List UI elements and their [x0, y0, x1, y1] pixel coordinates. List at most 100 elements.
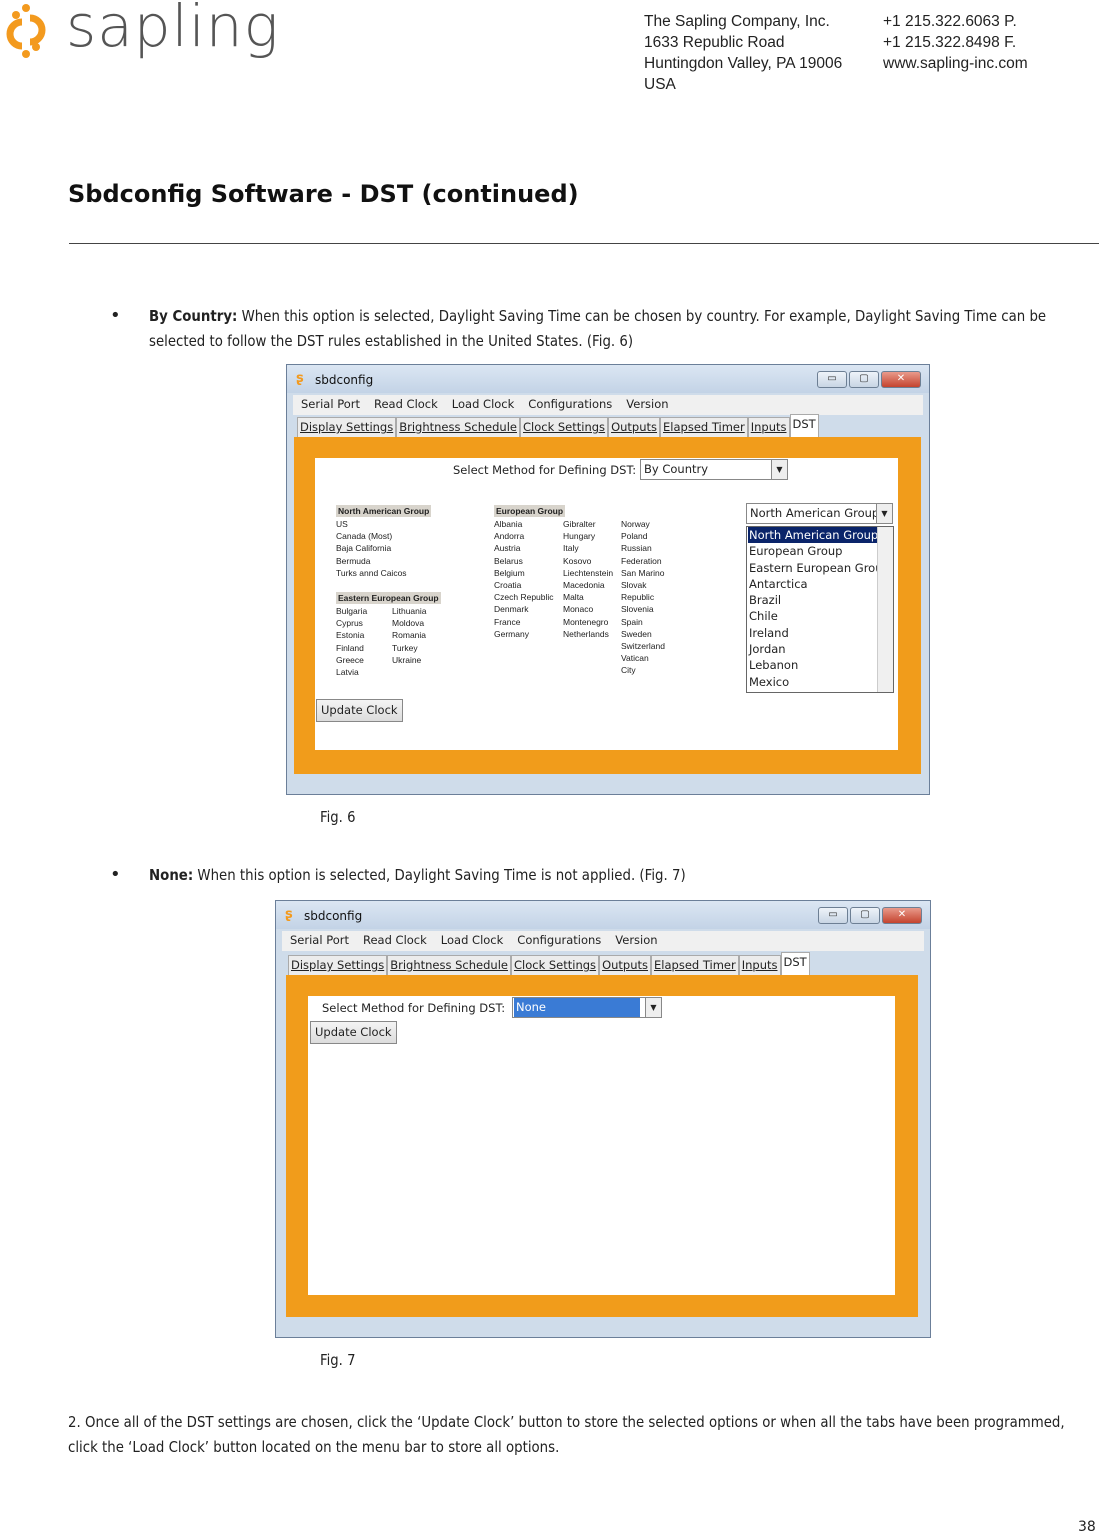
select-method-label: Select Method for Defining DST: — [322, 1001, 506, 1015]
tab-brightness-schedule[interactable]: Brightness Schedule — [387, 955, 511, 975]
country-item: Liechtenstein — [563, 567, 614, 578]
update-clock-button[interactable]: Update Clock — [310, 1021, 397, 1044]
list-item[interactable]: Antarctica — [748, 576, 893, 592]
description: When this option is selected, Daylight S… — [193, 866, 686, 884]
country-item: Cyprus — [336, 618, 363, 629]
dst-method-select[interactable]: By Country ▼ — [640, 459, 788, 480]
menu-serial-port[interactable]: Serial Port — [290, 931, 349, 951]
group-heading: North American Group — [336, 505, 432, 518]
menu-version[interactable]: Version — [615, 931, 657, 951]
menu-configurations[interactable]: Configurations — [528, 395, 612, 415]
country-item: Slovenia — [621, 604, 654, 615]
country-item: US — [336, 519, 348, 529]
group-select[interactable]: North American Group ▼ — [746, 503, 893, 524]
term: By Country: — [149, 307, 238, 325]
close-button[interactable]: ✕ — [881, 371, 921, 388]
list-item[interactable]: European Group — [748, 543, 893, 559]
phone: +1 215.322.6063 P. — [883, 13, 1017, 30]
menu-serial-port[interactable]: Serial Port — [301, 395, 360, 415]
street: 1633 Republic Road — [644, 34, 785, 51]
menu-configurations[interactable]: Configurations — [517, 931, 601, 951]
country-item: Switzerland — [621, 641, 665, 652]
tab-display-settings[interactable]: Display Settings — [297, 417, 397, 437]
menu-bar: Serial Port Read Clock Load Clock Configura… — [282, 931, 924, 951]
country-item: Turks annd Caicos — [336, 567, 407, 578]
page-title: Sbdconfig Software - DST (continued) — [68, 180, 579, 208]
tab-dst[interactable]: DST — [780, 952, 810, 975]
menu-load-clock[interactable]: Load Clock — [441, 931, 504, 951]
tab-outputs[interactable]: Outputs — [608, 417, 661, 437]
chevron-down-icon[interactable]: ▼ — [876, 504, 892, 523]
country-item: France — [494, 616, 521, 627]
maximize-button[interactable]: ▢ — [850, 907, 880, 924]
tab-bar: Display Settings Brightness Schedule Clock… — [288, 952, 810, 975]
list-item[interactable]: Brazil — [748, 592, 893, 608]
contact: +1 215.322.6063 P. +1 215.322.8498 F. ww… — [883, 11, 1028, 74]
tab-inputs[interactable]: Inputs — [747, 417, 790, 437]
company-name: The Sapling Company, Inc. — [644, 13, 830, 30]
window-title: sbdconfig — [304, 909, 363, 923]
list-item[interactable]: Ireland — [748, 625, 893, 641]
title-bar: ʂ sbdconfig ▭ ▢ ✕ — [287, 365, 929, 393]
tab-clock-settings[interactable]: Clock Settings — [510, 955, 600, 975]
title-bar: ʂ sbdconfig ▭ ▢ ✕ — [276, 901, 930, 929]
country-item: Finland — [336, 642, 364, 653]
country-item: Monaco — [563, 604, 594, 615]
list-item[interactable]: North American Group — [748, 527, 893, 544]
website-link[interactable]: www.sapling-inc.com — [883, 53, 1028, 74]
dst-method-select[interactable]: None ▼ — [512, 997, 662, 1018]
country-item: Andorra — [494, 531, 525, 542]
tab-display-settings[interactable]: Display Settings — [288, 955, 388, 975]
country-item: Slovak Republic — [621, 580, 655, 603]
country-item: San Marino — [621, 567, 665, 578]
chevron-down-icon[interactable]: ▼ — [771, 460, 787, 479]
country-item: Greece — [336, 654, 364, 665]
tab-brightness-schedule[interactable]: Brightness Schedule — [396, 417, 520, 437]
country-item: Norway — [621, 519, 650, 529]
tab-elapsed-timer[interactable]: Elapsed Timer — [651, 955, 739, 975]
country-item: Germany — [494, 628, 529, 639]
sapling-logo-icon — [6, 4, 46, 58]
country-item: Romania — [392, 630, 427, 641]
tab-elapsed-timer[interactable]: Elapsed Timer — [660, 417, 748, 437]
country-item: Malta — [563, 592, 584, 603]
chevron-down-icon[interactable]: ▼ — [645, 998, 661, 1017]
maximize-button[interactable]: ▢ — [849, 371, 879, 388]
menu-bar: Serial Port Read Clock Load Clock Configura… — [293, 395, 923, 415]
menu-read-clock[interactable]: Read Clock — [374, 395, 438, 415]
menu-read-clock[interactable]: Read Clock — [363, 931, 427, 951]
figure-caption: Fig. 7 — [320, 1351, 356, 1369]
divider — [69, 243, 1099, 244]
update-clock-button[interactable]: Update Clock — [316, 699, 403, 722]
country-item: Gibralter — [563, 519, 596, 529]
country-item: Belgium — [494, 567, 525, 578]
list-item[interactable]: Chile — [748, 608, 893, 624]
country-item: Croatia — [494, 580, 522, 591]
country-item: Ukraine — [392, 654, 422, 665]
select-method-label: Select Method for Defining DST: — [453, 463, 637, 477]
minimize-button[interactable]: ▭ — [818, 907, 848, 924]
list-item[interactable]: Jordan — [748, 641, 893, 657]
country-item: Denmark — [494, 604, 529, 615]
country-item: Netherlands — [563, 628, 609, 639]
tab-inputs[interactable]: Inputs — [738, 955, 781, 975]
country-item: Latvia — [336, 667, 359, 678]
close-button[interactable]: ✕ — [882, 907, 922, 924]
fax: +1 215.322.8498 F. — [883, 34, 1017, 51]
scrollbar[interactable] — [877, 527, 893, 692]
menu-load-clock[interactable]: Load Clock — [452, 395, 515, 415]
group-heading: Eastern European Group — [336, 592, 441, 605]
tab-outputs[interactable]: Outputs — [599, 955, 652, 975]
page-number: 38 — [1078, 1519, 1096, 1535]
country-item: Lithuania — [392, 606, 427, 616]
tab-clock-settings[interactable]: Clock Settings — [519, 417, 609, 437]
list-item[interactable]: Mexico — [748, 674, 893, 690]
country-item: Canada (Most) — [336, 531, 393, 542]
list-item[interactable]: Eastern European Group — [748, 560, 893, 576]
tab-dst[interactable]: DST — [789, 414, 819, 437]
menu-version[interactable]: Version — [626, 395, 668, 415]
group-listbox[interactable]: North American Group European Group Easter… — [746, 526, 894, 693]
minimize-button[interactable]: ▭ — [817, 371, 847, 388]
list-item[interactable]: Lebanon — [748, 657, 893, 673]
country-item: Spain — [621, 616, 643, 627]
